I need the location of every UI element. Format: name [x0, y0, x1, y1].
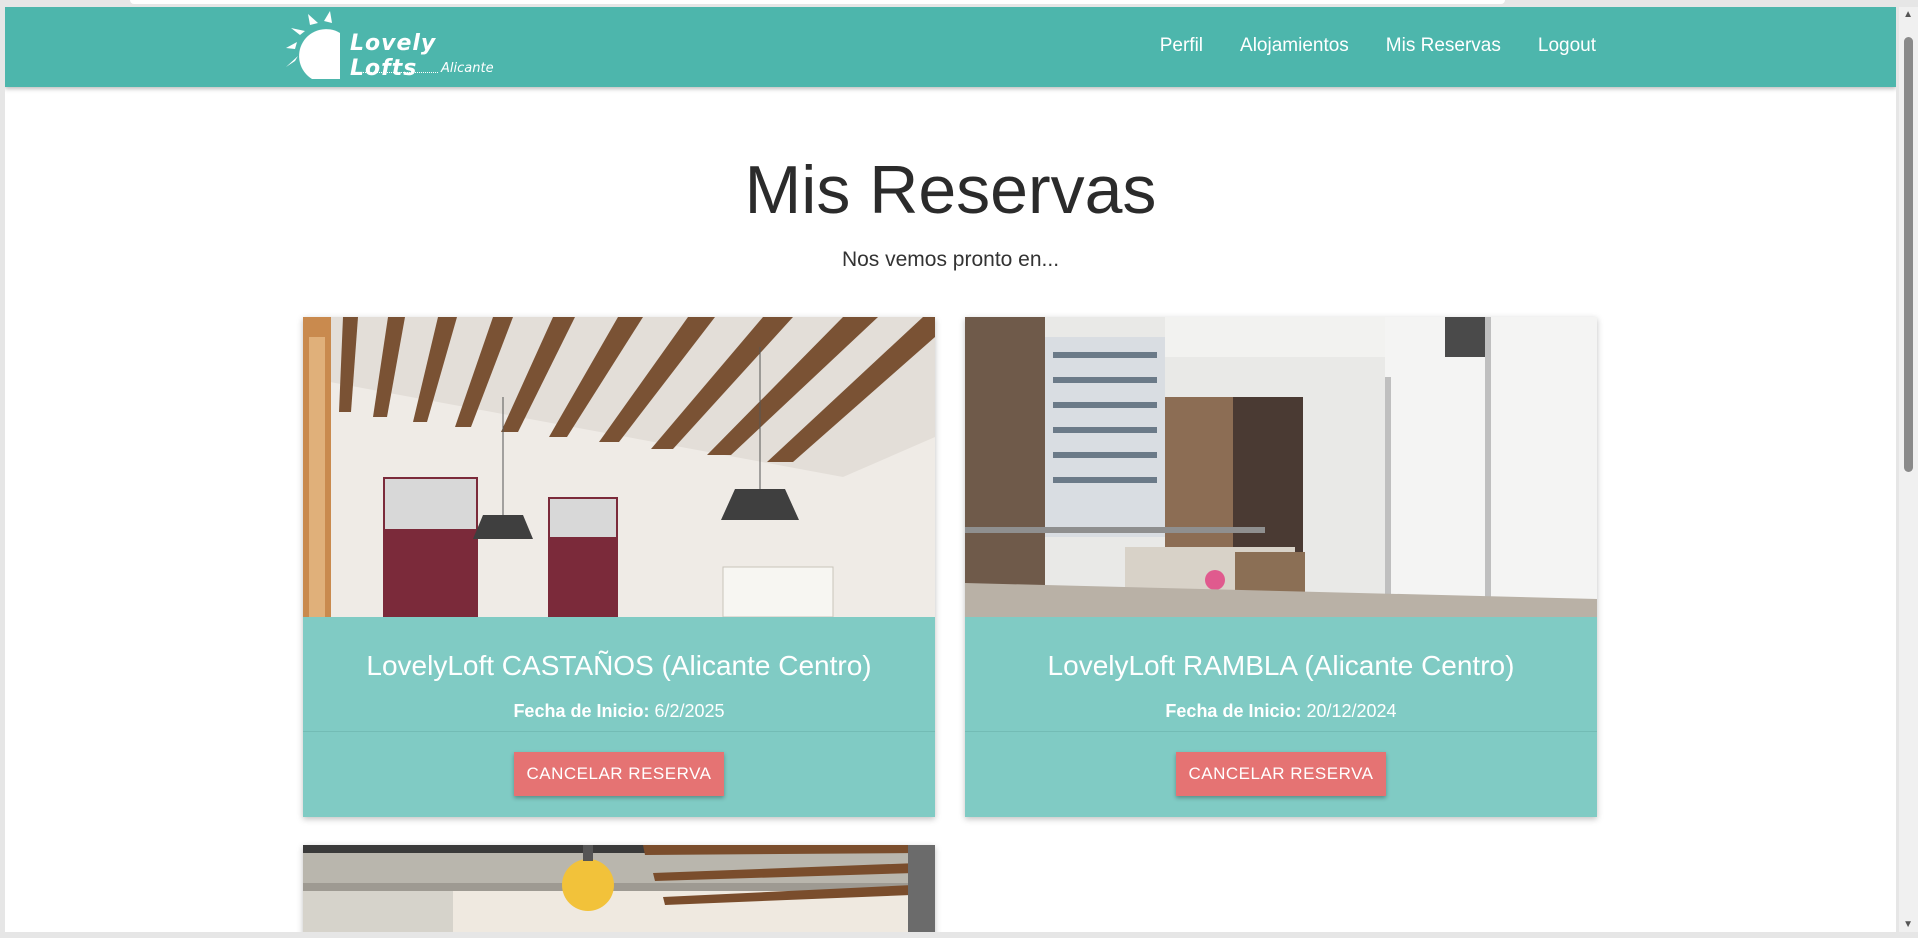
- loft-photo-third: [303, 845, 935, 932]
- loft-photo-rambla: [965, 317, 1597, 617]
- window-frame-top: [130, 0, 1505, 4]
- nav-link-perfil[interactable]: Perfil: [1160, 35, 1203, 57]
- page-subtitle: Nos vemos pronto en...: [841, 248, 1060, 271]
- reservation-title: LovelyLoft CASTAÑOS (Alicante Centro): [366, 650, 872, 681]
- reservation-start-date: Fecha de Inicio: 6/2/2025: [303, 701, 935, 722]
- nav-link-logout[interactable]: Logout: [1538, 35, 1596, 57]
- page-title: Mis Reservas: [744, 152, 1157, 228]
- start-date-value: 6/2/2025: [654, 701, 725, 721]
- sun-logo-icon: [286, 11, 340, 79]
- vertical-scrollbar[interactable]: ▲ ▼: [1899, 7, 1918, 932]
- reservation-card-actions: CANCELAR RESERVA: [303, 731, 935, 818]
- reservation-card: [303, 845, 935, 932]
- scrollbar-thumb[interactable]: [1904, 37, 1913, 472]
- nav-links: Perfil Alojamientos Mis Reservas Logout: [1160, 35, 1596, 57]
- cancel-reservation-button[interactable]: CANCELAR RESERVA: [514, 752, 724, 796]
- logo-divider: [358, 72, 438, 73]
- reservation-start-date: Fecha de Inicio: 20/12/2024: [965, 701, 1597, 722]
- reservation-title: LovelyLoft RAMBLA (Alicante Centro): [1047, 650, 1515, 681]
- scroll-up-arrow-icon[interactable]: ▲: [1903, 9, 1913, 20]
- loft-photo-castanos: [303, 317, 935, 617]
- start-date-label: Fecha de Inicio:: [513, 701, 650, 721]
- start-date-value: 20/12/2024: [1306, 701, 1397, 721]
- reservation-card: LovelyLoft CASTAÑOS (Alicante Centro) Fe…: [303, 317, 935, 817]
- reservation-card-body: LovelyLoft RAMBLA (Alicante Centro) Fech…: [965, 617, 1597, 731]
- reservation-card-body: LovelyLoft CASTAÑOS (Alicante Centro) Fe…: [303, 617, 935, 731]
- cancel-reservation-button[interactable]: CANCELAR RESERVA: [1176, 752, 1386, 796]
- page-viewport: Lovely Lofts Alicante Perfil Alojamiento…: [5, 7, 1896, 932]
- scroll-down-arrow-icon[interactable]: ▼: [1903, 919, 1913, 930]
- reservation-card-actions: CANCELAR RESERVA: [965, 731, 1597, 818]
- nav-link-mis-reservas[interactable]: Mis Reservas: [1386, 35, 1501, 57]
- brand-city: Alicante: [441, 61, 494, 76]
- navbar: Lovely Lofts Alicante Perfil Alojamiento…: [5, 7, 1896, 87]
- nav-link-alojamientos[interactable]: Alojamientos: [1240, 35, 1349, 57]
- brand-logo[interactable]: Lovely Lofts Alicante: [286, 11, 511, 81]
- start-date-label: Fecha de Inicio:: [1165, 701, 1302, 721]
- reservation-card: LovelyLoft RAMBLA (Alicante Centro) Fech…: [965, 317, 1597, 817]
